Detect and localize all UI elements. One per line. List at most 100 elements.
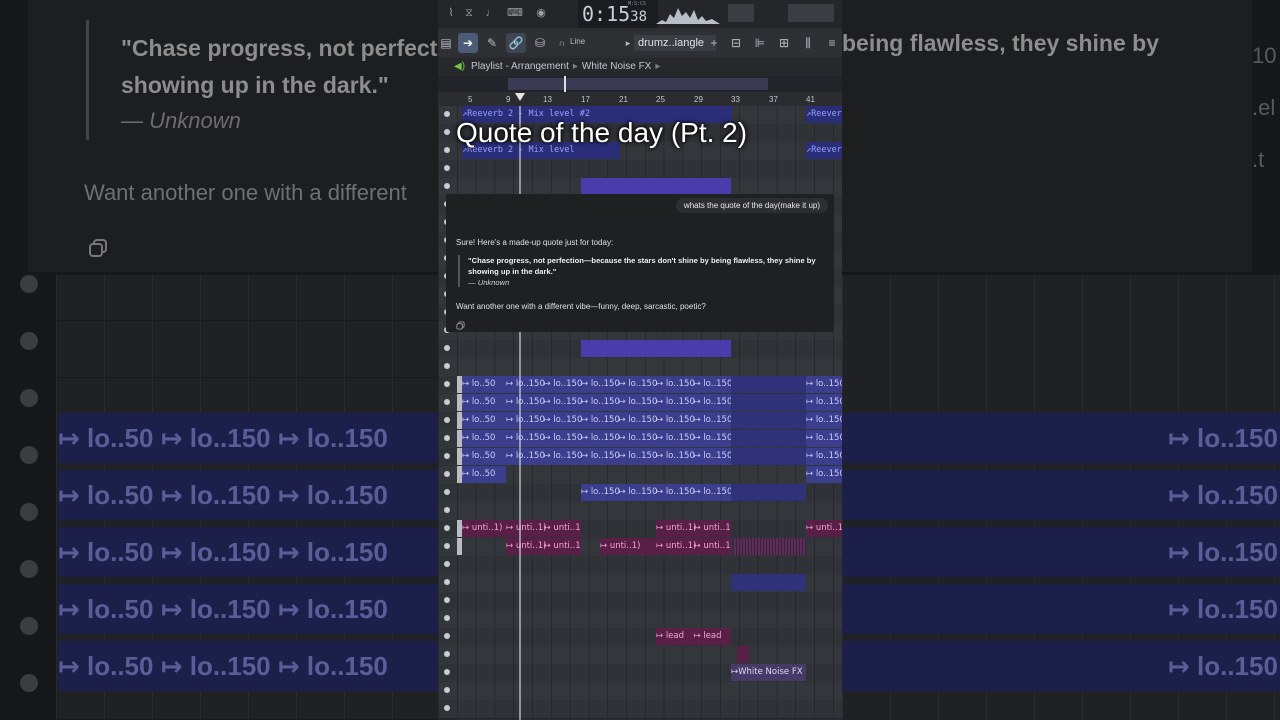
track-mute-led[interactable] — [444, 417, 450, 423]
track-mute-led[interactable] — [444, 615, 450, 621]
time-ruler[interactable]: 5 9 13 17 21 25 29 33 37 41 — [438, 92, 842, 106]
track-mute-led[interactable] — [444, 669, 450, 675]
playlist-clip[interactable]: ↗Reever — [806, 142, 842, 159]
playlist-clip[interactable] — [731, 448, 806, 465]
draw-tool-icon[interactable]: ➔ — [458, 33, 478, 53]
add-pattern-button[interactable]: + — [704, 33, 724, 53]
playlist-clip[interactable]: ↦ unti..1) — [462, 520, 506, 537]
channel-rack-icon[interactable]: ⊞ — [774, 33, 794, 53]
playlist-clip[interactable]: ↦White Noise FX — [731, 664, 806, 681]
scroll-region[interactable] — [508, 78, 768, 90]
browser-icon[interactable]: ≡ — [822, 33, 842, 53]
track-mute-led[interactable] — [444, 633, 450, 639]
playlist-clip[interactable]: ↦ unti..1) — [806, 520, 842, 537]
metronome-icon[interactable]: ⧖ — [458, 4, 480, 22]
playlist-clip[interactable]: ↦ unti..1) — [600, 538, 656, 555]
menu-icon[interactable]: ▤ — [438, 33, 456, 53]
playlist-clip[interactable]: ↦ lead ↦ lead — [656, 628, 731, 645]
playlist-clip[interactable] — [731, 574, 806, 591]
magnet-icon[interactable]: ∩ — [552, 33, 572, 53]
playlist-clip[interactable]: ↦ lo..50 — [462, 394, 506, 411]
track-mute-led[interactable] — [444, 147, 450, 153]
track-row[interactable] — [438, 358, 842, 377]
playlist-clip[interactable]: ↦ lo..150 — [806, 394, 842, 411]
playlist-clip[interactable]: ↦ lo..150 ↦ lo..150 ↦ lo..150 ↦ lo..150 ↦ lo… — [506, 448, 731, 465]
track-mute-led[interactable] — [444, 561, 450, 567]
playlist-clip[interactable]: ↦ lo..150 ↦ lo..150 ↦ lo..150 ↦ lo..150 — [581, 484, 731, 501]
playlist-clip[interactable]: ↦ lo..150 ↦ lo..150 ↦ lo..150 ↦ lo..150 ↦ lo… — [506, 430, 731, 447]
tempo-icon[interactable]: ♩ — [480, 4, 502, 22]
track-row[interactable] — [438, 160, 842, 179]
track-mute-led[interactable] — [444, 363, 450, 369]
track-mute-led[interactable] — [444, 543, 450, 549]
track-row[interactable] — [438, 700, 842, 719]
playlist-clip[interactable]: ↦ lo..150 — [806, 376, 842, 393]
track-row[interactable] — [438, 628, 842, 647]
breadcrumb-pattern[interactable]: White Noise FX — [582, 61, 651, 72]
playlist-clip[interactable] — [731, 484, 806, 501]
playlist-clip[interactable] — [731, 430, 806, 447]
playlist-clip[interactable] — [581, 340, 731, 357]
breadcrumb-playlist[interactable]: Playlist - Arrangement — [471, 61, 569, 72]
track-row[interactable] — [438, 682, 842, 701]
playlist-clip[interactable]: ↦ lo..150 — [806, 430, 842, 447]
track-mute-led[interactable] — [444, 525, 450, 531]
speaker-icon[interactable]: ◀) — [454, 61, 465, 72]
playlist-clip[interactable] — [737, 646, 749, 663]
track-mute-led[interactable] — [444, 129, 450, 135]
link-tool-icon[interactable]: 🔗 — [506, 33, 526, 53]
track-mute-led[interactable] — [444, 471, 450, 477]
playlist-overview-scrollbar[interactable] — [438, 76, 842, 92]
playlist-clip[interactable]: ↦ lo..150 ↦ lo..150 ↦ lo..150 ↦ lo..150 ↦ lo… — [506, 412, 731, 429]
playlist-clip[interactable]: ↦ lo..150 — [806, 412, 842, 429]
track-mute-led[interactable] — [444, 687, 450, 693]
typing-keyboard-icon[interactable]: ⌨ — [504, 4, 526, 22]
arrangement-icon[interactable]: ⊟ — [726, 33, 746, 53]
track-mute-led[interactable] — [444, 489, 450, 495]
playlist-clip[interactable]: ↦ unti..1) ↦ unti..1) — [656, 538, 731, 555]
playlist-clip[interactable]: ↦ lo..50 — [462, 466, 506, 483]
recording-icon[interactable]: ◉ — [530, 4, 552, 22]
track-mute-led[interactable] — [444, 345, 450, 351]
track-mute-led[interactable] — [444, 435, 450, 441]
copy-icon[interactable] — [456, 321, 465, 330]
playlist-clip[interactable] — [581, 178, 731, 195]
paint-tool-icon[interactable]: ✎ — [482, 33, 502, 53]
track-mute-led[interactable] — [444, 579, 450, 585]
playlist-clip[interactable]: ↦ lo..50 — [462, 412, 506, 429]
track-row[interactable] — [438, 502, 842, 521]
playlist-clip[interactable] — [731, 412, 806, 429]
track-row[interactable] — [438, 592, 842, 611]
track-mute-led[interactable] — [444, 597, 450, 603]
time-display[interactable]: 0:1538 M:S:CS — [578, 0, 658, 28]
playlist-clip[interactable]: ↦ lo..50 — [462, 376, 506, 393]
playlist-clip[interactable]: ↦ lo..150 — [806, 466, 842, 483]
track-mute-led[interactable] — [444, 651, 450, 657]
track-mute-led[interactable] — [444, 507, 450, 513]
playlist-clip[interactable]: ↦ unti..1) ↦ unti..1) — [506, 520, 581, 537]
track-mute-led[interactable] — [444, 111, 450, 117]
track-row[interactable] — [438, 610, 842, 629]
track-mute-led[interactable] — [444, 453, 450, 459]
track-row[interactable] — [438, 556, 842, 575]
playlist-clip[interactable]: ↦ lo..50 — [462, 430, 506, 447]
mixer-view-icon[interactable]: ⫼ — [798, 33, 818, 53]
snap-selector[interactable]: Line — [570, 37, 585, 46]
playlist-clip[interactable] — [731, 394, 806, 411]
playlist-clip[interactable]: ↦ unti..1) ↦ unti..1) — [656, 520, 731, 537]
piano-roll-icon[interactable]: ⊫ — [750, 33, 770, 53]
playlist-clip[interactable]: ↦ lo..50 — [462, 448, 506, 465]
stamp-tool-icon[interactable]: ⛁ — [530, 33, 550, 53]
track-mute-led[interactable] — [444, 705, 450, 711]
track-mute-led[interactable] — [444, 183, 450, 189]
track-mute-led[interactable] — [444, 399, 450, 405]
playlist-clip[interactable]: ↗Reever — [806, 106, 842, 123]
playlist-clip[interactable]: ↦ unti..1) ↦ unti..1) — [506, 538, 581, 555]
playlist-clip[interactable]: ↦ lo..150 — [806, 448, 842, 465]
track-mute-led[interactable] — [444, 381, 450, 387]
playlist-clip[interactable] — [731, 376, 806, 393]
playlist-clip[interactable]: ↦ lo..150 ↦ lo..150 ↦ lo..150 ↦ lo..150 ↦ lo… — [506, 394, 731, 411]
track-mute-led[interactable] — [444, 165, 450, 171]
playhead-marker[interactable] — [515, 93, 525, 101]
playlist-clip[interactable]: ↦ lo..150 ↦ lo..150 ↦ lo..150 ↦ lo..150 ↦ lo… — [506, 376, 731, 393]
